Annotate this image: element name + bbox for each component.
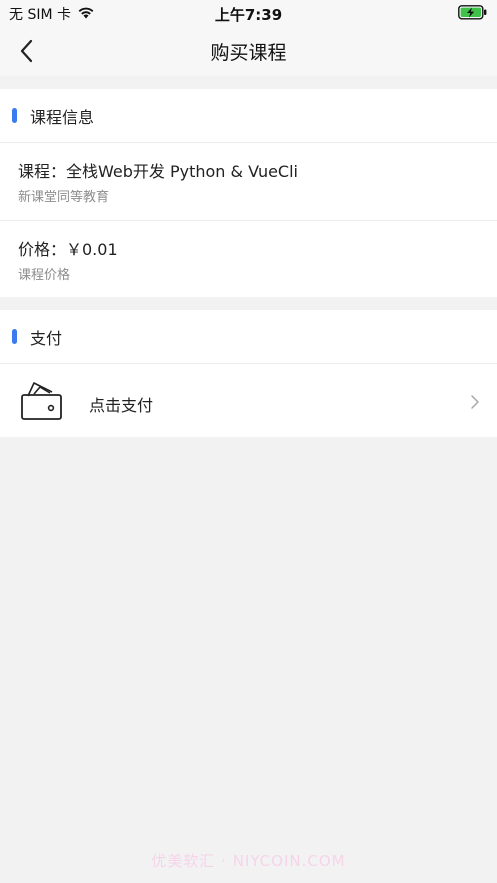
course-info-header: 课程信息: [0, 89, 497, 143]
status-time: 上午7:39: [214, 6, 283, 24]
price-caption: 课程价格: [18, 268, 71, 283]
navigation-bar: 购买课程: [0, 26, 497, 76]
battery-charging-icon: [458, 5, 488, 24]
course-provider: 新课堂同等教育: [18, 190, 110, 205]
pay-button[interactable]: 点击支付: [0, 364, 497, 437]
course-info-section: 课程信息 课程：全栈Web开发 Python & VueCli 新课堂同等教育 …: [0, 89, 497, 297]
payment-section: 支付 点击支付: [0, 310, 497, 437]
wallet-icon: [21, 382, 62, 420]
section-accent-bar: [12, 108, 17, 123]
section-accent-bar: [12, 329, 17, 344]
payment-title: 支付: [30, 329, 63, 348]
status-bar: 无 SIM 卡 上午7:39: [0, 0, 497, 26]
payment-header: 支付: [0, 310, 497, 364]
course-name: 课程：全栈Web开发 Python & VueCli: [18, 162, 298, 181]
course-price: 价格：￥0.01: [18, 240, 118, 259]
course-row: 课程：全栈Web开发 Python & VueCli 新课堂同等教育: [0, 143, 497, 221]
pay-label: 点击支付: [89, 396, 154, 415]
course-info-title: 课程信息: [30, 108, 95, 127]
price-row: 价格：￥0.01 课程价格: [0, 221, 497, 298]
page-title: 购买课程: [210, 42, 287, 64]
chevron-right-icon: [471, 395, 479, 409]
watermark: 优美软汇 · NIYCOIN.COM: [151, 852, 346, 870]
